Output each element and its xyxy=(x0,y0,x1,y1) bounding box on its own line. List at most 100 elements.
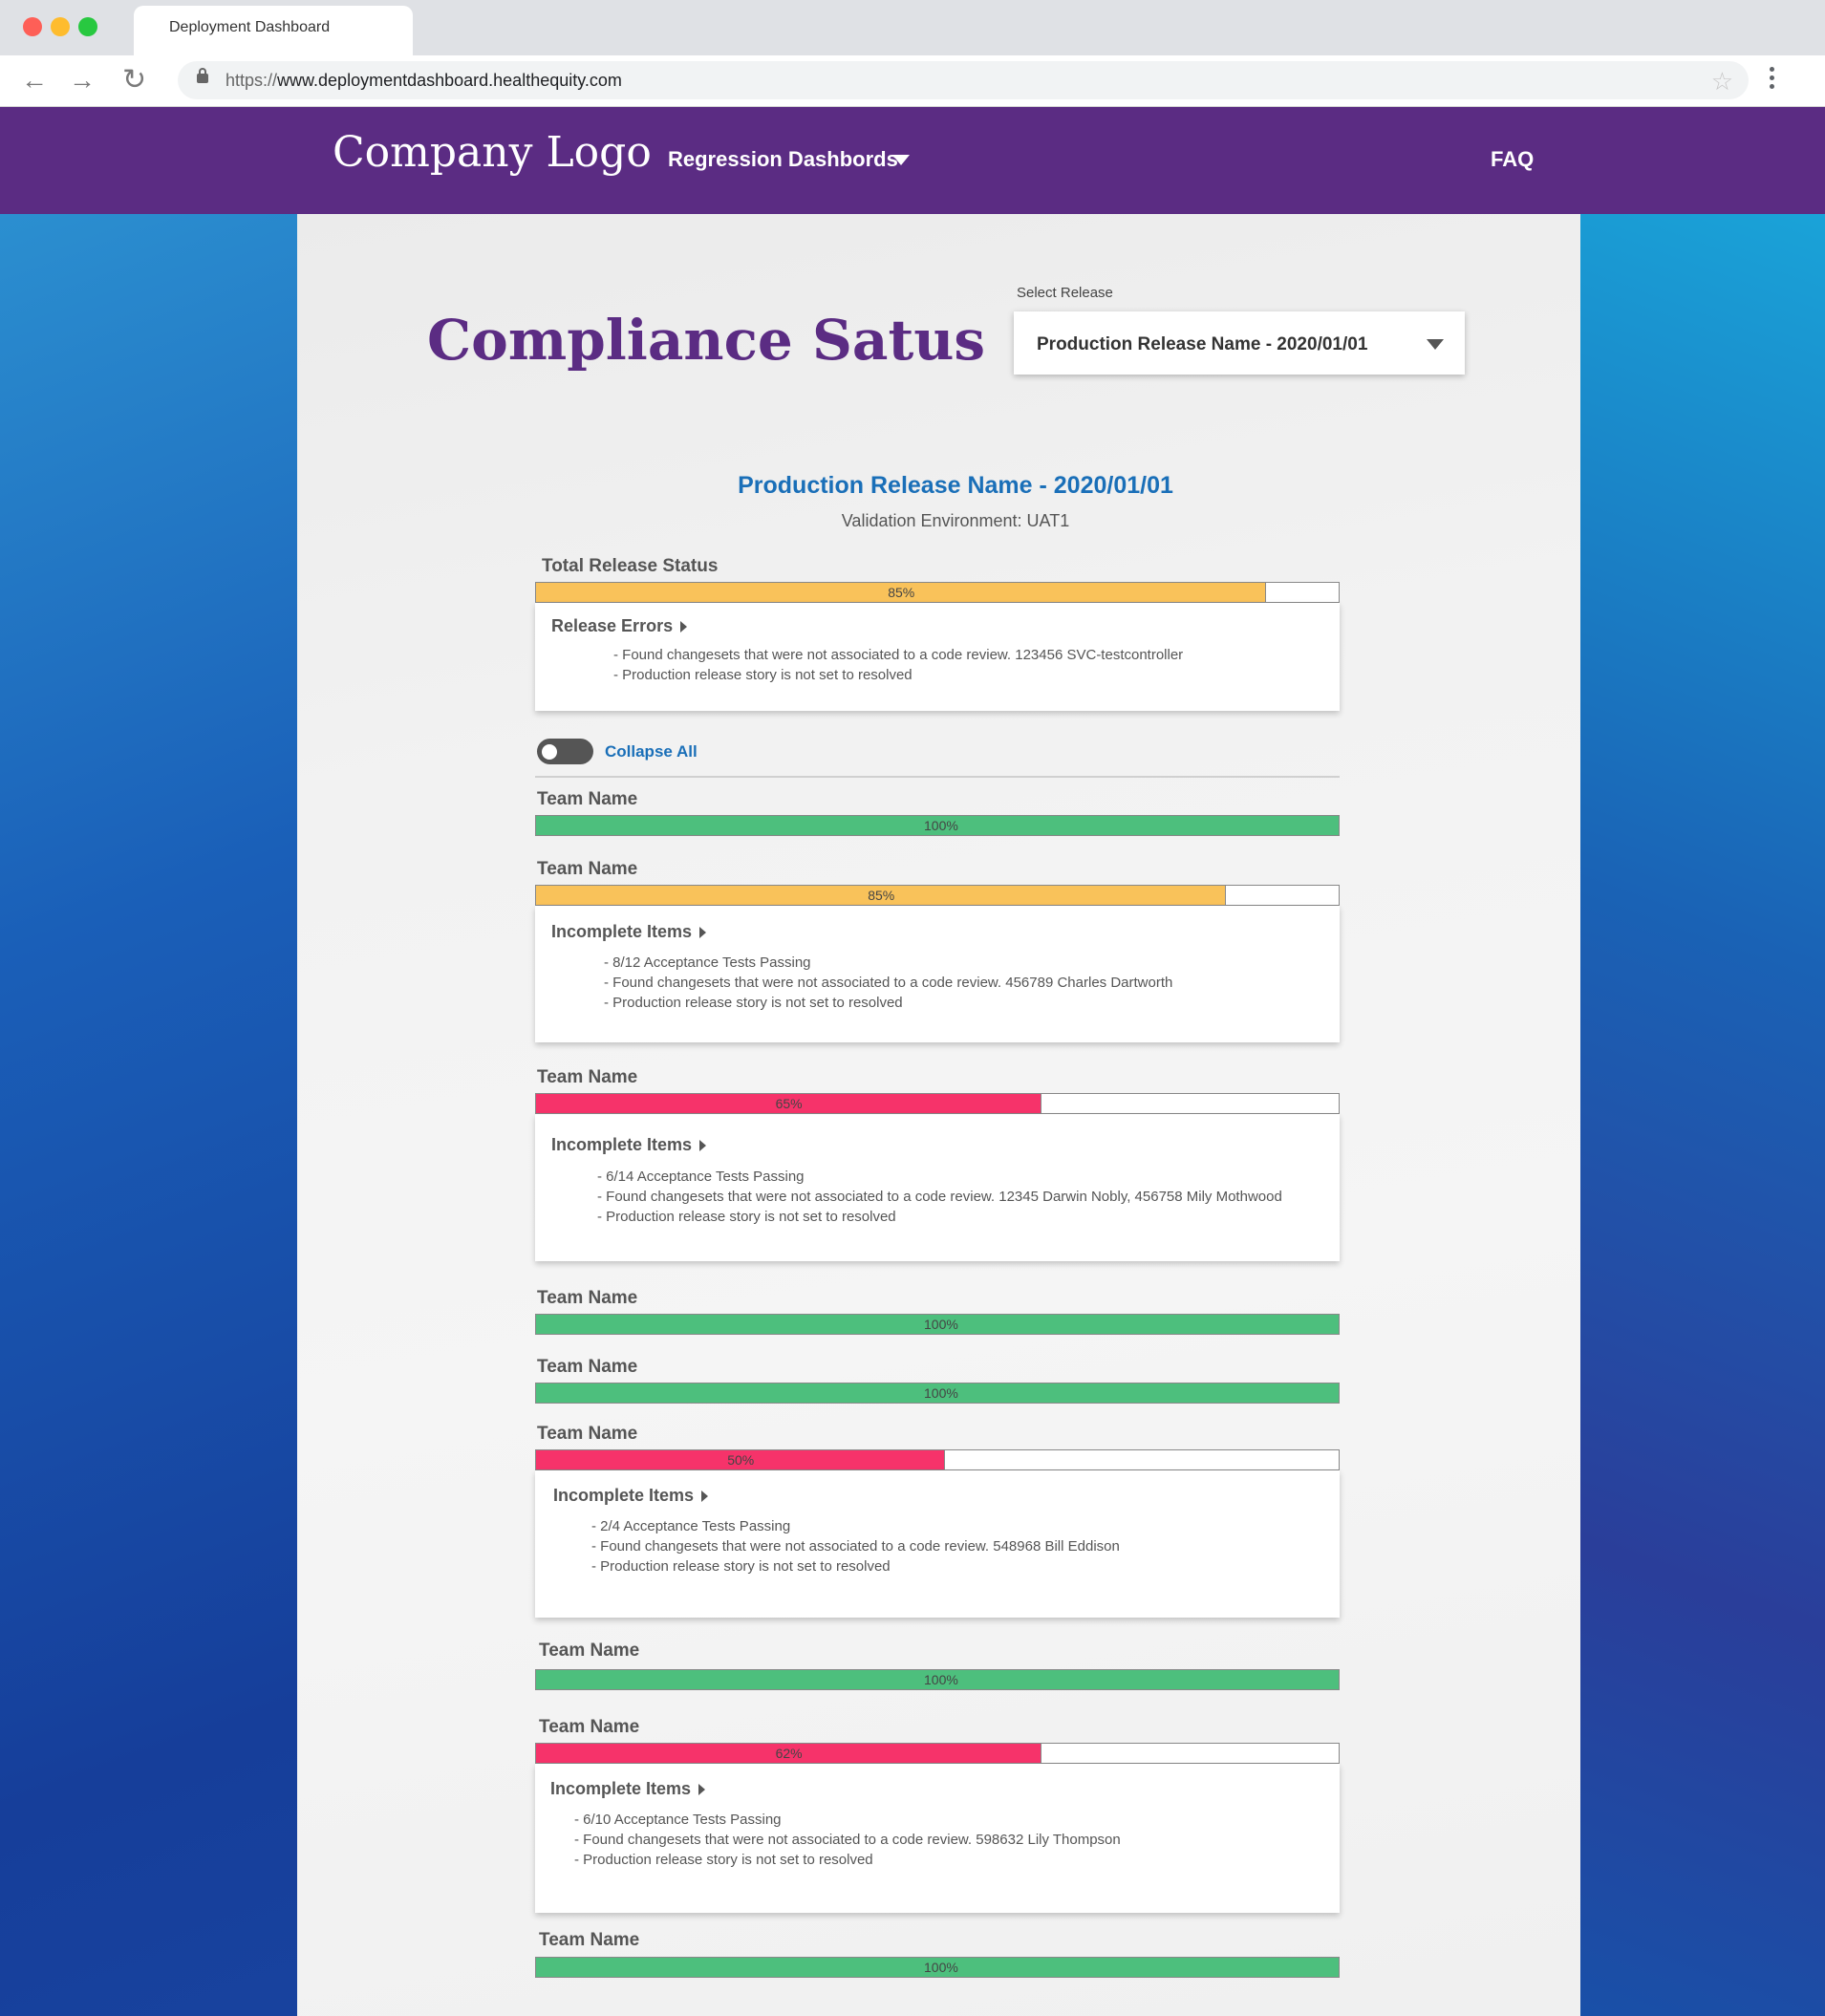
team-name: Team Name xyxy=(539,1930,640,1950)
url-host: www.deploymentdashboard.healthequity.com xyxy=(277,71,622,90)
total-progress-percent: 85% xyxy=(888,585,915,600)
tab-title: Deployment Dashboard xyxy=(169,19,331,35)
caret-right-icon xyxy=(698,1784,706,1796)
team-progress-percent: 100% xyxy=(924,1960,958,1975)
toggle-knob xyxy=(542,744,557,760)
faq-link[interactable]: FAQ xyxy=(1491,147,1534,172)
incomplete-items-title: Incomplete Items xyxy=(551,1135,693,1154)
release-errors-toggle[interactable]: Release Errors xyxy=(551,616,688,636)
page-title: Compliance Satus xyxy=(427,308,986,373)
team-name: Team Name xyxy=(537,1288,638,1308)
browser-tab-strip: Deployment Dashboard xyxy=(0,0,1825,55)
caret-right-icon xyxy=(699,1140,707,1152)
bookmark-star-icon[interactable]: ☆ xyxy=(1711,67,1733,97)
forward-arrow-icon[interactable]: → xyxy=(69,65,96,96)
team-progress-percent: 100% xyxy=(924,1672,958,1687)
chevron-down-icon xyxy=(1427,339,1444,350)
total-progress-bar: 85% xyxy=(535,582,1340,603)
incomplete-items-card: Incomplete Items - 6/14 Acceptance Tests… xyxy=(535,1114,1340,1261)
team-progress-bar: 50% xyxy=(535,1449,1340,1470)
team-progress-percent: 50% xyxy=(727,1452,755,1468)
url-text: https://www.deploymentdashboard.healtheq… xyxy=(225,71,622,91)
incomplete-items-toggle[interactable]: Incomplete Items xyxy=(551,1135,707,1155)
regression-dashboards-menu[interactable]: Regression Dashbords xyxy=(668,147,898,172)
list-item: - 8/12 Acceptance Tests Passing xyxy=(604,954,811,971)
browser-tab[interactable]: Deployment Dashboard xyxy=(134,6,413,55)
lock-icon xyxy=(197,68,208,83)
incomplete-items-title: Incomplete Items xyxy=(550,1779,692,1798)
list-item: - 2/4 Acceptance Tests Passing xyxy=(591,1518,791,1534)
team-progress-bar: 100% xyxy=(535,815,1340,836)
team-progress-percent: 100% xyxy=(924,1317,958,1332)
team-name: Team Name xyxy=(537,1424,638,1444)
list-item: - Production release story is not set to… xyxy=(604,995,903,1011)
team-name: Team Name xyxy=(537,1357,638,1377)
team-progress-bar: 100% xyxy=(535,1314,1340,1335)
team-progress-percent: 100% xyxy=(924,1385,958,1401)
release-errors-card: Release Errors - Found changesets that w… xyxy=(535,603,1340,711)
list-item: - Found changesets that were not associa… xyxy=(604,975,1173,991)
incomplete-items-toggle[interactable]: Incomplete Items xyxy=(550,1779,706,1799)
team-progress-bar: 62% xyxy=(535,1743,1340,1764)
release-errors-title: Release Errors xyxy=(551,616,674,635)
team-progress-percent: 100% xyxy=(924,818,958,833)
list-item: - Production release story is not set to… xyxy=(574,1852,873,1868)
release-select[interactable]: Production Release Name - 2020/01/01 xyxy=(1014,311,1465,375)
maximize-window-button[interactable] xyxy=(78,17,97,36)
divider xyxy=(535,776,1340,778)
select-release-label: Select Release xyxy=(1017,285,1113,301)
total-release-status-label: Total Release Status xyxy=(542,556,719,576)
caret-right-icon xyxy=(701,1491,709,1503)
close-window-button[interactable] xyxy=(23,17,42,36)
page-background-right xyxy=(1580,214,1825,2016)
release-errors-list: - Found changesets that were not associa… xyxy=(613,645,1183,685)
caret-right-icon xyxy=(699,927,707,939)
app-navbar: Company Logo Regression Dashbords FAQ xyxy=(0,107,1825,214)
browser-toolbar: ← → ↻ https://www.deploymentdashboard.he… xyxy=(0,55,1825,107)
incomplete-items-card: Incomplete Items - 8/12 Acceptance Tests… xyxy=(535,906,1340,1042)
team-progress-percent: 85% xyxy=(868,888,895,903)
incomplete-items-card: Incomplete Items - 2/4 Acceptance Tests … xyxy=(535,1470,1340,1618)
team-progress-bar: 100% xyxy=(535,1383,1340,1404)
team-progress-bar: 100% xyxy=(535,1669,1340,1690)
list-item: - Found changesets that were not associa… xyxy=(597,1189,1282,1205)
list-item: - Production release story is not set to… xyxy=(591,1558,891,1575)
validation-environment: Validation Environment: UAT1 xyxy=(841,511,1070,530)
address-bar[interactable]: https://www.deploymentdashboard.healtheq… xyxy=(178,61,1749,99)
list-item: - Found changesets that were not associa… xyxy=(574,1832,1121,1848)
url-scheme: https:// xyxy=(225,71,278,90)
back-arrow-icon[interactable]: ← xyxy=(21,65,48,96)
release-title: Production Release Name - 2020/01/01 xyxy=(738,472,1173,499)
team-name: Team Name xyxy=(539,1717,640,1737)
reload-icon[interactable]: ↻ xyxy=(122,65,146,96)
team-name: Team Name xyxy=(537,1067,638,1087)
team-progress-bar: 100% xyxy=(535,1957,1340,1978)
incomplete-items-toggle[interactable]: Incomplete Items xyxy=(551,922,707,942)
list-item: - Found changesets that were not associa… xyxy=(591,1538,1120,1555)
chevron-down-icon[interactable] xyxy=(892,155,910,165)
incomplete-items-list: - 6/14 Acceptance Tests Passing - Found … xyxy=(597,1167,1282,1227)
browser-menu-icon[interactable] xyxy=(1770,67,1775,93)
team-progress-bar: 85% xyxy=(535,885,1340,906)
incomplete-items-list: - 2/4 Acceptance Tests Passing - Found c… xyxy=(591,1516,1120,1576)
team-name: Team Name xyxy=(537,859,638,879)
incomplete-items-toggle[interactable]: Incomplete Items xyxy=(553,1486,709,1506)
team-progress-percent: 62% xyxy=(775,1746,803,1761)
incomplete-items-title: Incomplete Items xyxy=(553,1486,695,1505)
incomplete-items-list: - 8/12 Acceptance Tests Passing - Found … xyxy=(604,953,1172,1013)
team-progress-percent: 65% xyxy=(775,1096,803,1111)
release-select-value: Production Release Name - 2020/01/01 xyxy=(1037,334,1368,354)
incomplete-items-list: - 6/10 Acceptance Tests Passing - Found … xyxy=(574,1810,1121,1870)
list-item: - Found changesets that were not associa… xyxy=(613,647,1184,663)
collapse-all-label[interactable]: Collapse All xyxy=(605,742,698,761)
minimize-window-button[interactable] xyxy=(51,17,70,36)
list-item: - Production release story is not set to… xyxy=(613,667,912,683)
list-item: - Production release story is not set to… xyxy=(597,1209,896,1225)
list-item: - 6/14 Acceptance Tests Passing xyxy=(597,1169,805,1185)
collapse-all-toggle[interactable] xyxy=(537,739,593,764)
list-item: - 6/10 Acceptance Tests Passing xyxy=(574,1812,782,1828)
incomplete-items-card: Incomplete Items - 6/10 Acceptance Tests… xyxy=(535,1764,1340,1913)
team-name: Team Name xyxy=(539,1641,640,1661)
team-name: Team Name xyxy=(537,789,638,809)
company-logo[interactable]: Company Logo xyxy=(333,128,652,177)
